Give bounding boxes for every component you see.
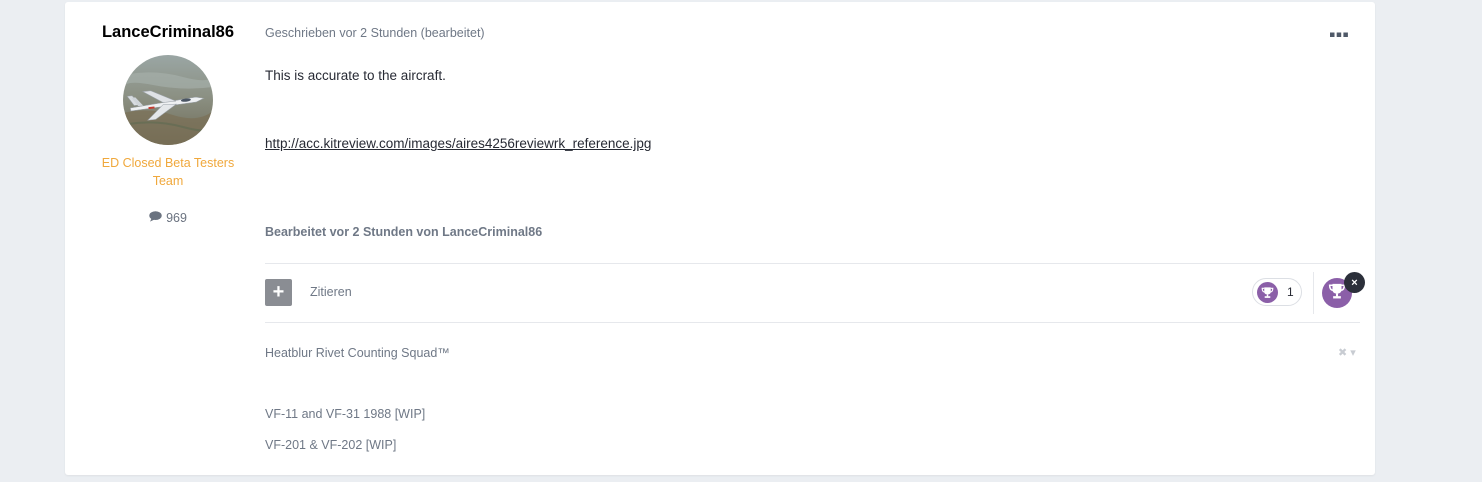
reaction-summary[interactable]: 1 (1252, 278, 1302, 306)
trophy-icon (1257, 281, 1278, 303)
reaction-separator (1313, 272, 1314, 314)
remove-reaction-button[interactable]: × (1344, 272, 1365, 293)
reaction-count: 1 (1287, 285, 1294, 299)
divider (265, 263, 1360, 264)
signature-options-icon[interactable]: ✖ ▾ (1338, 346, 1356, 359)
post-link[interactable]: http://acc.kitreview.com/images/aires425… (265, 136, 651, 151)
author-name-link[interactable]: LanceCriminal86 (65, 23, 271, 42)
divider (265, 322, 1360, 323)
multiquote-add-button[interactable]: + (265, 279, 292, 306)
avatar[interactable] (123, 55, 213, 145)
signature-line: VF-11 and VF-31 1988 [WIP] (265, 407, 426, 421)
user-group-label: ED Closed Beta Testers Team (101, 156, 235, 188)
quote-button[interactable]: Zitieren (310, 285, 352, 299)
more-dots-icon[interactable] (1328, 28, 1350, 40)
edit-notice: Bearbeitet vor 2 Stunden von LanceCrimin… (265, 225, 543, 239)
post-count[interactable]: 969 (65, 211, 271, 225)
post-meta: Geschrieben vor 2 Stunden (bearbeitet) (265, 26, 485, 40)
post-card: LanceCriminal86 ED Closed Beta Testers T… (65, 2, 1375, 475)
speech-bubble-icon (149, 211, 162, 225)
signature-line: VF-201 & VF-202 [WIP] (265, 438, 397, 452)
post-content: This is accurate to the aircraft. (265, 68, 446, 83)
post-count-value: 969 (166, 211, 187, 225)
signature-line: Heatblur Rivet Counting Squad™ (265, 346, 450, 360)
